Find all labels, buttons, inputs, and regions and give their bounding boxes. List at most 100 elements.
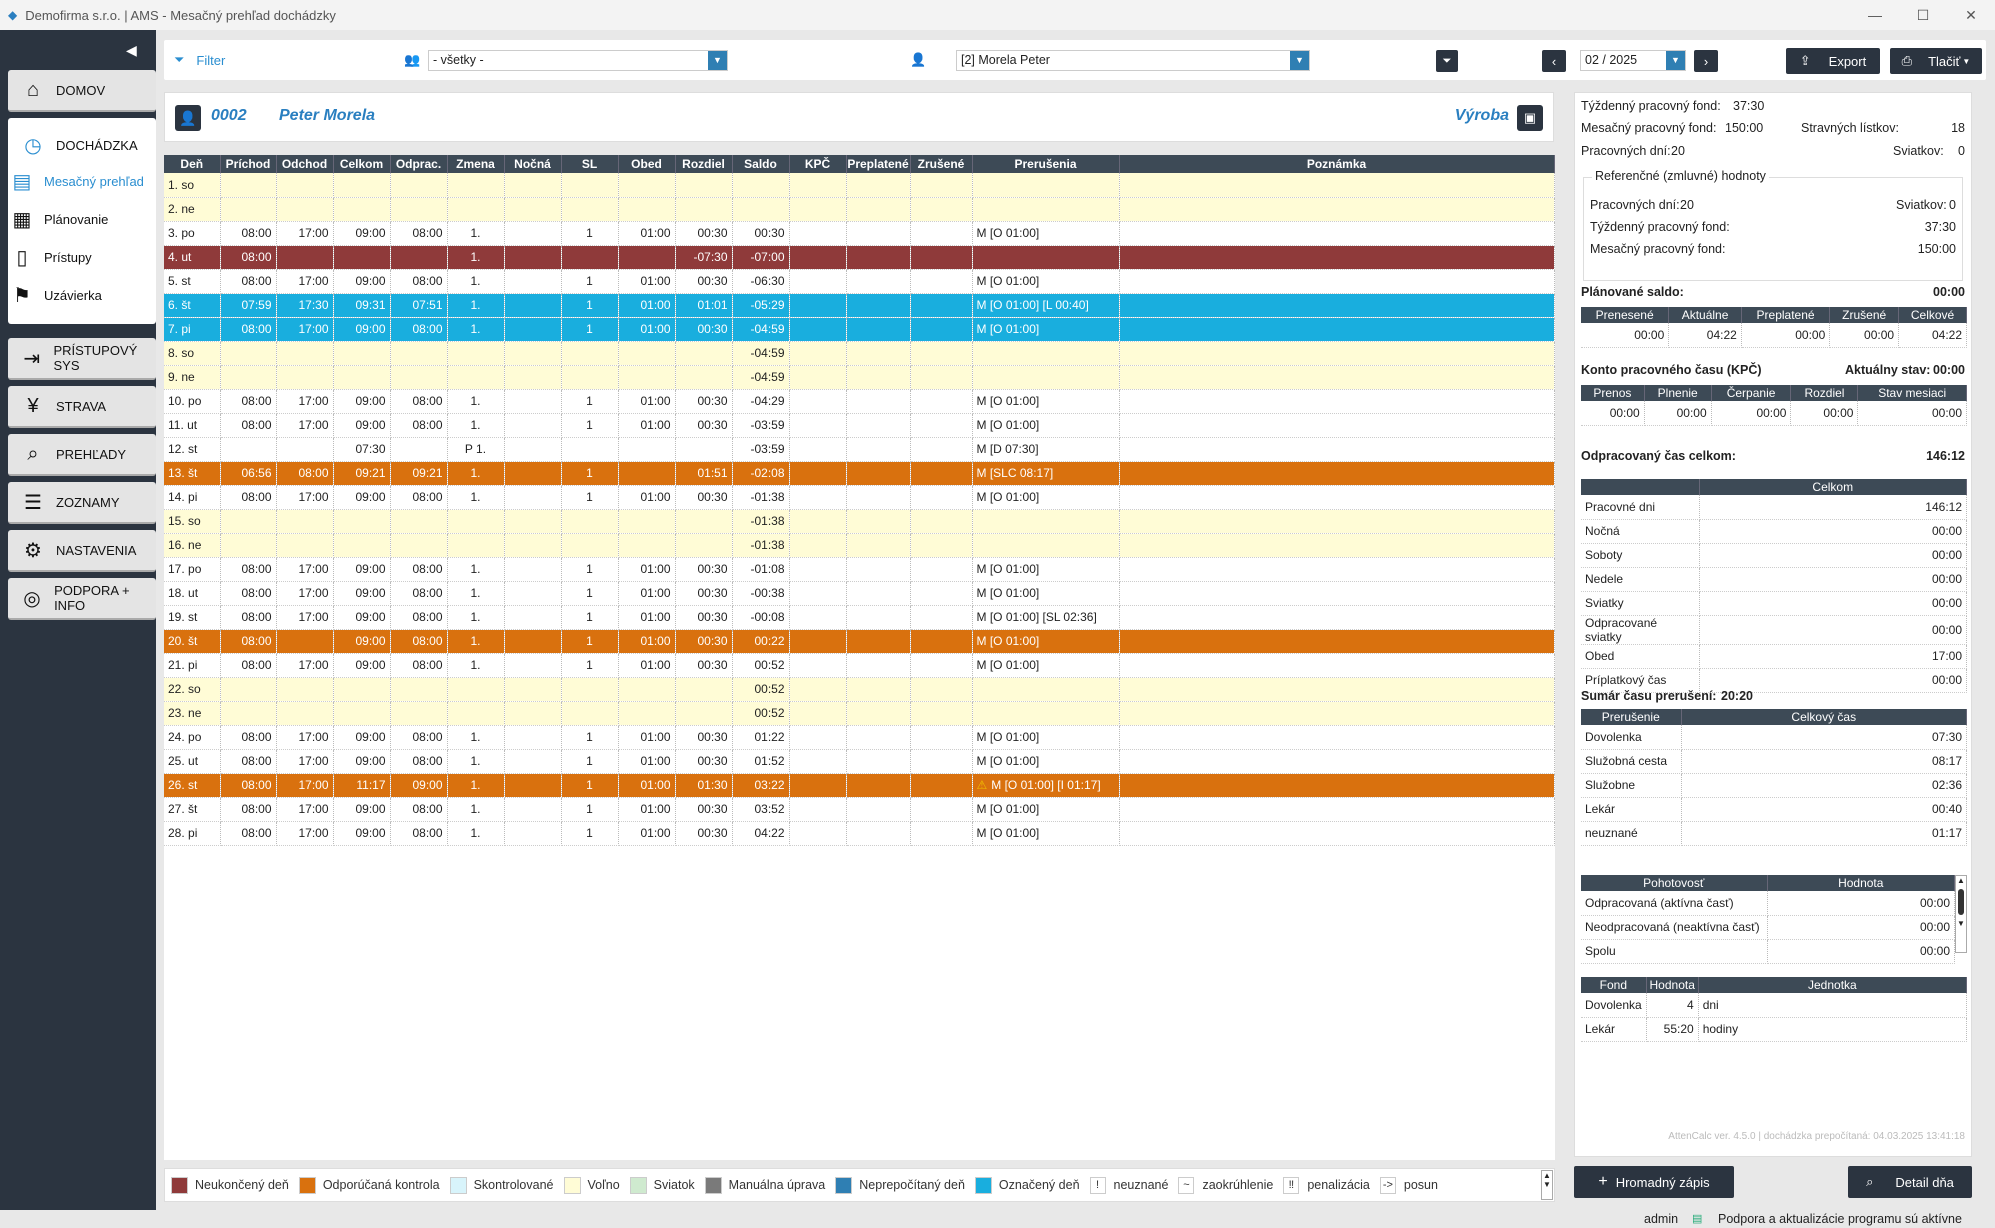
table-cell [220, 437, 277, 462]
sidebar-lists-button[interactable]: ☰ ZOZNAMY [8, 482, 156, 524]
column-header[interactable]: Rozdiel [675, 155, 733, 173]
column-header[interactable]: Preplatené [846, 155, 911, 173]
table-row[interactable]: 6. št 07:59 17:30 09:31 07:51 1. 1 01:00 01:01 -0… [164, 293, 1555, 318]
cell-text: M [O 01:00] [I 01:17] [991, 778, 1101, 792]
table-row[interactable]: 13. št 06:56 08:00 09:21 09:21 1. 1 01:51 -02:08… [164, 461, 1555, 486]
column-header: Zrušené [1829, 307, 1900, 323]
table-row[interactable]: 3. po 08:00 17:00 09:00 08:00 1. 1 01:00 00:30 00… [164, 221, 1555, 246]
legend-scrollbar[interactable]: ▲ ▼ [1541, 1170, 1553, 1200]
table-row[interactable]: 25. ut 08:00 17:00 09:00 08:00 1. 1 01:00 00:30 0… [164, 749, 1555, 774]
maximize-button[interactable]: ☐ [1899, 0, 1947, 30]
table-cell [846, 797, 911, 822]
minimize-button[interactable]: — [1851, 0, 1899, 30]
chevron-down-icon[interactable]: ▼ [1290, 51, 1309, 70]
table-row[interactable]: 28. pi 08:00 17:00 09:00 08:00 1. 1 01:00 00:30 0… [164, 821, 1555, 846]
department-icon[interactable]: ▣ [1517, 105, 1543, 131]
sidebar-item-planning[interactable]: ▦ Plánovanie [8, 206, 109, 232]
column-header[interactable]: Nočná [504, 155, 562, 173]
table-cell [1119, 581, 1555, 606]
table-row[interactable]: 9. ne -04:59 [164, 365, 1555, 390]
sidebar-item-access[interactable]: ▯ Prístupy [8, 244, 91, 270]
worked-total-label: Odpracovaný čas celkom: [1581, 449, 1736, 463]
table-cell [972, 509, 1120, 534]
table-row[interactable]: 10. po 08:00 17:00 09:00 08:00 1. 1 01:00 00:30-… [164, 389, 1555, 414]
column-header[interactable]: Prerušenia [972, 155, 1120, 173]
collapse-sidebar-icon[interactable]: ◀ [126, 42, 137, 59]
legend-item: Skontrolované [449, 1176, 554, 1194]
table-row[interactable]: 16. ne -01:38 [164, 533, 1555, 558]
table-row[interactable]: 17. po 08:00 17:00 09:00 08:00 1. 1 01:00 00:30-… [164, 557, 1555, 582]
column-header[interactable]: Odchod [276, 155, 334, 173]
filter-toggle[interactable]: ⏷ Filter [174, 40, 225, 80]
ref-work-days-label: Pracovných dní: [1590, 198, 1680, 212]
row-value: 07:30 [1681, 725, 1967, 750]
table-cell [675, 365, 733, 390]
table-row[interactable]: 21. pi 08:00 17:00 09:00 08:00 1. 1 01:00 00:30 0… [164, 653, 1555, 678]
prev-month-button[interactable]: ‹ [1542, 50, 1566, 72]
export-button[interactable]: ⇪ Export [1786, 48, 1880, 74]
column-header[interactable]: Saldo [732, 155, 790, 173]
sidebar-item-closing[interactable]: ⚑ Uzávierka [8, 282, 102, 308]
advanced-filter-button[interactable]: ⏷ [1436, 50, 1458, 72]
table-cell [846, 221, 911, 246]
table-row[interactable]: 12. st 07:30 P 1. -03:59 M [D 07:30] [164, 437, 1555, 462]
table-cell [846, 293, 911, 318]
table-row[interactable]: 27. št 08:00 17:00 09:00 08:00 1. 1 01:00 00:30 0… [164, 797, 1555, 822]
table-row[interactable]: 11. ut 08:00 17:00 09:00 08:00 1. 1 01:00 00:30-… [164, 413, 1555, 438]
column-header[interactable]: Deň [164, 155, 221, 173]
table-row[interactable]: 8. so -04:59 [164, 341, 1555, 366]
column-header[interactable]: Príchod [220, 155, 277, 173]
table-row[interactable]: 5. st 08:00 17:00 09:00 08:00 1. 1 01:00 00:30 -0… [164, 269, 1555, 294]
chevron-down-icon[interactable]: ▼ [1666, 51, 1685, 70]
column-header[interactable]: Odprac. [390, 155, 448, 173]
day-detail-button[interactable]: ⌕ Detail dňa [1848, 1166, 1972, 1198]
standby-scrollbar[interactable]: ▲ ▼ [1955, 875, 1967, 953]
column-header[interactable]: SL [561, 155, 619, 173]
column-header[interactable]: Poznámka [1119, 155, 1555, 173]
sidebar-support-label: PODPORA + INFO [54, 583, 130, 613]
sidebar-support-button[interactable]: ◎ PODPORA + INFO [8, 578, 156, 620]
print-button[interactable]: ⎙ Tlačiť ▼ [1890, 48, 1982, 74]
table-cell [789, 653, 847, 678]
period-select[interactable]: 02 / 2025 ▼ [1580, 50, 1686, 71]
sidebar-access-system-button[interactable]: ⇥ PRÍSTUPOVÝ SYS [8, 338, 156, 380]
table-row[interactable]: 4. ut 08:00 1. -07:30 -07:00 [164, 245, 1555, 270]
close-button[interactable]: ✕ [1947, 0, 1995, 30]
chevron-down-icon[interactable]: ▼ [708, 51, 727, 70]
table-row[interactable]: 19. st 08:00 17:00 09:00 08:00 1. 1 01:00 00:30-… [164, 605, 1555, 630]
row-unit: dni [1698, 993, 1968, 1018]
column-header[interactable]: Zmena [447, 155, 505, 173]
table-row[interactable]: 2. ne [164, 197, 1555, 222]
sidebar-settings-button[interactable]: ⚙ NASTAVENIA [8, 530, 156, 572]
person-icon[interactable]: 👤 [175, 105, 201, 131]
sidebar-meals-button[interactable]: ¥ STRAVA [8, 386, 156, 428]
sidebar-item-monthly-overview[interactable]: ▤ Mesačný prehľad [8, 168, 144, 194]
table-row[interactable]: 22. so 00:52 [164, 677, 1555, 702]
column-header[interactable]: Zrušené [910, 155, 973, 173]
column-header[interactable]: Obed [618, 155, 676, 173]
sidebar-home-button[interactable]: ⌂ DOMOV [8, 70, 156, 112]
table-row[interactable]: 18. ut 08:00 17:00 09:00 08:00 1. 1 01:00 00:30-… [164, 581, 1555, 606]
sidebar-reports-button[interactable]: ⌕ PREHĽADY [8, 434, 156, 476]
table-cell: M [O 01:00] [972, 581, 1120, 606]
legend-item: Označený deň [974, 1176, 1080, 1194]
table-cell: 17:00 [276, 317, 334, 342]
table-row[interactable]: 14. pi 08:00 17:00 09:00 08:00 1. 1 01:00 00:30-… [164, 485, 1555, 510]
table-row[interactable]: 23. ne 00:52 [164, 701, 1555, 726]
table-row[interactable]: 7. pi 08:00 17:00 09:00 08:00 1. 1 01:00 00:30 -0… [164, 317, 1555, 342]
table-row[interactable]: 20. št 08:00 09:00 08:00 1. 1 01:00 00:30 00:22 M… [164, 629, 1555, 654]
filter-icon: ⏷ [174, 52, 185, 67]
table-row[interactable]: 15. so -01:38 [164, 509, 1555, 534]
table-row[interactable]: 24. po 08:00 17:00 09:00 08:00 1. 1 01:00 00:30 0… [164, 725, 1555, 750]
column-header[interactable]: Celkom [333, 155, 391, 173]
column-header[interactable]: KPČ [789, 155, 847, 173]
table-row[interactable]: 26. st 08:00 17:00 11:17 09:00 1. 1 01:00 01:30 0… [164, 773, 1555, 798]
legend-bar: Neukončený deň Odporúčaná kontrola Skontro… [164, 1168, 1555, 1202]
sidebar-attendance-button[interactable]: ◷ DOCHÁDZKA [8, 124, 156, 166]
bulk-entry-button[interactable]: + Hromadný zápis [1574, 1166, 1734, 1198]
person-select[interactable]: [2] Morela Peter ▼ [956, 50, 1310, 71]
next-month-button[interactable]: › [1694, 50, 1718, 72]
table-cell: 1 [561, 797, 619, 822]
table-row[interactable]: 1. so [164, 173, 1555, 198]
group-select[interactable]: - všetky - ▼ [428, 50, 728, 71]
